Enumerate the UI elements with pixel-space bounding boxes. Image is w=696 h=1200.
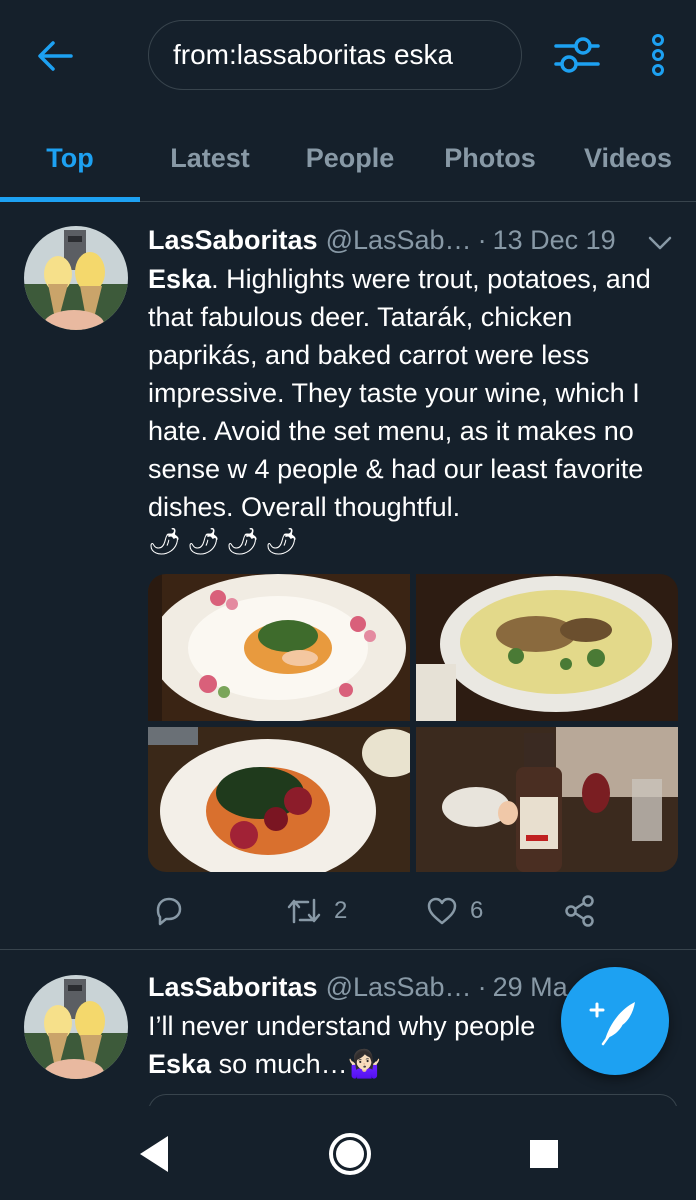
- search-query-text: from:lassaboritas eska: [173, 39, 454, 70]
- sliders-icon: [554, 37, 600, 73]
- triangle-back-icon: [140, 1136, 168, 1172]
- system-home-button[interactable]: [320, 1126, 380, 1182]
- feather-plus-icon: [589, 1002, 635, 1046]
- avatar[interactable]: [24, 975, 128, 1079]
- active-tab-indicator: [0, 197, 140, 202]
- highlighted-keyword: Eska: [148, 264, 212, 294]
- retweet-count: 2: [334, 897, 348, 924]
- tweet-text-line: I’ll never understand why people: [148, 1011, 536, 1041]
- separator-dot: ·: [477, 224, 487, 255]
- chili-pepper-icon: 🌶: [187, 526, 221, 556]
- media-photo-fish-plate[interactable]: [148, 574, 410, 721]
- tweet-actions: 2 6: [148, 888, 678, 934]
- reply-icon: [156, 897, 182, 926]
- tweet-header: LasSaboritas @LasSab… · 13 Dec 19: [148, 220, 678, 260]
- tab-photos[interactable]: Photos: [420, 118, 560, 198]
- arrow-left-icon: [38, 41, 73, 71]
- square-recents-icon: [530, 1140, 558, 1168]
- more-vertical-icon: [652, 34, 664, 76]
- back-button[interactable]: [30, 36, 80, 76]
- tweet-options-button[interactable]: [646, 232, 674, 254]
- chevron-down-icon: [648, 236, 672, 250]
- chili-emoji-row: 🌶 🌶 🌶 🌶: [148, 526, 298, 566]
- system-back-button[interactable]: [124, 1126, 184, 1182]
- tab-latest[interactable]: Latest: [140, 118, 280, 198]
- tweet-date: 13 Dec 19: [492, 224, 616, 255]
- tab-top[interactable]: Top: [0, 118, 140, 198]
- retweet-icon: [287, 898, 321, 924]
- system-navigation-bar: [0, 1106, 696, 1200]
- share-icon: [565, 895, 594, 927]
- top-app-bar: from:lassaboritas eska: [0, 0, 696, 110]
- media-photo-beets[interactable]: [148, 727, 410, 872]
- tweet-text-content: . Highlights were trout, potatoes, and t…: [148, 264, 651, 522]
- share-button[interactable]: [564, 888, 596, 934]
- avatar-ice-cream-image: [24, 226, 128, 330]
- tab-videos[interactable]: Videos: [560, 118, 696, 198]
- avatar[interactable]: [24, 226, 128, 330]
- tweet[interactable]: LasSaboritas @LasSab… · 13 Dec 19 Eska. …: [0, 204, 696, 950]
- user-handle: @LasSab…: [325, 224, 472, 255]
- tweet-date: 29 Ma: [492, 971, 568, 1002]
- chili-pepper-icon: 🌶: [148, 526, 182, 556]
- chili-pepper-icon: 🌶: [226, 526, 260, 556]
- overflow-menu-button[interactable]: [640, 30, 676, 80]
- tweet-text-line: so much…🤷🏻‍♀️: [211, 1049, 382, 1079]
- like-count: 6: [470, 897, 484, 924]
- user-handle: @LasSab…: [325, 971, 472, 1002]
- system-recents-button[interactable]: [514, 1126, 574, 1182]
- display-name[interactable]: LasSaboritas: [148, 972, 318, 1003]
- like-button[interactable]: 6: [426, 888, 483, 934]
- circle-home-icon: [329, 1133, 371, 1175]
- media-photo-wine-bottle[interactable]: [416, 727, 678, 872]
- tweet-text: Eska. Highlights were trout, potatoes, a…: [148, 260, 678, 526]
- search-input[interactable]: from:lassaboritas eska: [148, 20, 522, 90]
- search-filter-button[interactable]: [552, 30, 602, 80]
- retweet-button[interactable]: 2: [286, 888, 347, 934]
- avatar-ice-cream-image: [24, 975, 128, 1079]
- tab-people[interactable]: People: [280, 118, 420, 198]
- display-name[interactable]: LasSaboritas: [148, 225, 318, 256]
- heart-icon: [427, 897, 457, 925]
- tweet-media-grid: [148, 574, 678, 872]
- chili-pepper-icon: 🌶: [265, 526, 299, 556]
- reply-button[interactable]: [152, 888, 184, 934]
- separator-dot: ·: [477, 971, 487, 1002]
- media-photo-risotto[interactable]: [416, 574, 678, 721]
- search-tabs: Top Latest People Photos Videos: [0, 118, 696, 202]
- highlighted-keyword: Eska: [148, 1049, 212, 1079]
- compose-tweet-button[interactable]: [561, 967, 669, 1075]
